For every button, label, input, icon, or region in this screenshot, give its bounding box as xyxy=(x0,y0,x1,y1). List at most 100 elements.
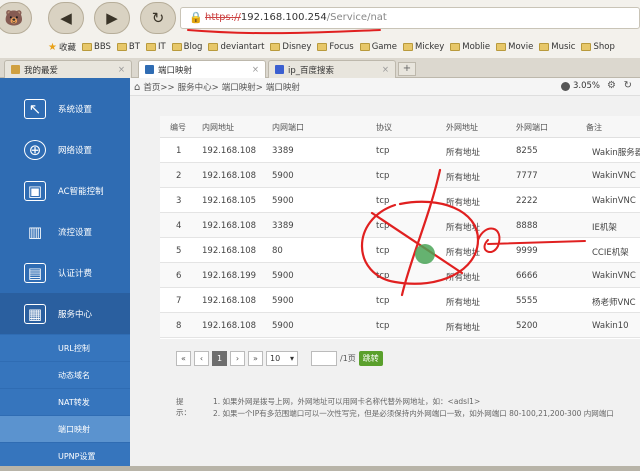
sidebar-subitem-nat-forward[interactable]: NAT转发 xyxy=(0,389,130,415)
reload-icon[interactable]: ↻ xyxy=(140,2,176,34)
port-mapping-table: 编号 内网地址 内网端口 协议 外网地址 外网端口 备注 1 192.168.1… xyxy=(160,116,640,339)
ac-control-icon: ▣ xyxy=(24,180,46,201)
page-size-select[interactable]: 10 ▾ xyxy=(266,350,298,366)
bookmark-folder[interactable]: Focus xyxy=(317,42,354,52)
folder-icon xyxy=(496,43,507,51)
tab-strip: 我的最爱 × 端口映射 × ip_百度搜索 × + xyxy=(0,58,640,78)
bookmark-folder[interactable]: Disney xyxy=(270,42,311,52)
tab-baidu-search[interactable]: ip_百度搜索 × xyxy=(268,60,396,78)
service-center-icon: ▦ xyxy=(24,303,46,324)
folder-icon xyxy=(317,43,328,51)
bar-chart-icon: ▥ xyxy=(27,222,43,241)
sidebar-subitem-ddns[interactable]: 动态域名 xyxy=(0,362,130,388)
forward-icon[interactable]: ▶ xyxy=(94,2,130,34)
sidebar-item-service-center[interactable]: ▦ 服务中心 xyxy=(0,293,130,334)
folder-icon xyxy=(171,43,182,51)
chevron-down-icon: ▾ xyxy=(289,353,294,363)
globe-icon: ⊕ xyxy=(24,139,46,160)
tab-favorites[interactable]: 我的最爱 × xyxy=(4,60,132,78)
star-icon: ★ xyxy=(48,41,57,53)
bookmark-folder[interactable]: IT xyxy=(145,42,166,52)
breadcrumb: ⌂ 首页>> 服务中心> 端口映射> 端口映射 3.05% ⚙ ↻ xyxy=(130,78,640,96)
bookmark-folder[interactable]: Moblie xyxy=(450,42,490,52)
folder-icon xyxy=(208,43,219,51)
col-lan-port: 内网端口 xyxy=(272,123,304,132)
sidebar: ↖ 系统设置 ⊕ 网络设置 ▣ AC智能控制 ▥ 流控设置 ▤ 认证计费 ▦ 服… xyxy=(0,78,130,471)
bear-icon[interactable]: 🐻 xyxy=(0,2,32,34)
cpu-indicator: 3.05% xyxy=(560,81,600,91)
page-total: /1页 xyxy=(340,353,356,363)
pagination: « ‹ 1 › » 10 ▾ /1页 跳转 xyxy=(176,350,383,366)
table-row[interactable]: 2 192.168.108 5900 tcp 所有地址 7777 WakinVN… xyxy=(160,163,640,188)
bookmark-folder[interactable]: Shop xyxy=(581,42,615,52)
bookmarks-bar: ★ 收藏 BBS BT IT Blog deviantart Disney Foc… xyxy=(48,38,640,56)
col-remark: 备注 xyxy=(586,123,602,132)
bookmark-folder[interactable]: Game xyxy=(359,42,397,52)
col-wan-port: 外网端口 xyxy=(516,123,548,132)
table-row[interactable]: 8 192.168.108 5900 tcp 所有地址 5200 Wakin10 xyxy=(160,313,640,338)
sidebar-item-auth-billing[interactable]: ▤ 认证计费 xyxy=(0,252,130,293)
sidebar-subitem-url-control[interactable]: URL控制 xyxy=(0,335,130,361)
sidebar-item-network-settings[interactable]: ⊕ 网络设置 xyxy=(0,129,130,170)
page-1-button[interactable]: 1 xyxy=(212,350,227,366)
nav-buttons: 🐻 ◀ ▶ ↻ xyxy=(0,0,180,40)
url-domain: 192.168.100.254 xyxy=(240,12,327,23)
table-row[interactable]: 4 192.168.108 3389 tcp 所有地址 8888 IE机架 xyxy=(160,213,640,238)
folder-icon xyxy=(116,43,127,51)
folder-icon xyxy=(359,43,370,51)
home-icon[interactable]: ⌂ xyxy=(134,82,140,93)
address-bar[interactable]: 🔒 https://192.168.100.254/Service/nat xyxy=(180,7,640,29)
close-icon[interactable]: × xyxy=(118,65,125,75)
table-row[interactable]: 5 192.168.108 80 tcp 所有地址 9999 CCIE机架 xyxy=(160,238,640,263)
folder-icon xyxy=(450,43,461,51)
folder-icon xyxy=(581,43,592,51)
site-icon xyxy=(145,65,154,74)
table-header: 编号 内网地址 内网端口 协议 外网地址 外网端口 备注 xyxy=(160,116,640,138)
last-page-button[interactable]: » xyxy=(248,350,263,366)
tab-port-mapping[interactable]: 端口映射 × xyxy=(138,60,266,78)
close-icon[interactable]: × xyxy=(382,65,389,75)
back-icon[interactable]: ◀ xyxy=(48,2,84,34)
refresh-icon[interactable]: ↻ xyxy=(624,80,632,91)
sidebar-item-ac-control[interactable]: ▣ AC智能控制 xyxy=(0,170,130,211)
prev-page-button[interactable]: ‹ xyxy=(194,350,209,366)
bookmark-folder[interactable]: Blog xyxy=(171,42,202,52)
page-jump-input[interactable] xyxy=(311,350,337,366)
col-wan-address: 外网地址 xyxy=(446,123,478,132)
jump-button[interactable]: 跳转 xyxy=(358,350,383,366)
sidebar-item-flow-control[interactable]: ▥ 流控设置 xyxy=(0,211,130,252)
tips-line-1: 1. 如果外网是拨号上网，外网地址可以用网卡名称代替外网地址，如：<adsl1> xyxy=(213,397,481,406)
bookmark-favorites[interactable]: ★ 收藏 xyxy=(48,41,76,54)
table-row[interactable]: 1 192.168.108 3389 tcp 所有地址 8255 Wakin服务… xyxy=(160,138,640,163)
photo-auth-icon: ▤ xyxy=(24,262,46,283)
next-page-button[interactable]: › xyxy=(230,350,245,366)
bookmark-folder[interactable]: deviantart xyxy=(208,42,264,52)
close-icon[interactable]: × xyxy=(252,65,259,75)
url-path: /Service/nat xyxy=(326,12,387,23)
bookmark-folder[interactable]: BBS xyxy=(81,42,111,52)
new-tab-button[interactable]: + xyxy=(398,62,416,76)
breadcrumb-port-mapping[interactable]: 端口映射> xyxy=(222,81,263,93)
browser-toolbar: 🐻 ◀ ▶ ↻ 🔒 https://192.168.100.254/Servic… xyxy=(0,0,640,58)
grid-icon xyxy=(11,65,20,74)
bookmark-folder[interactable]: Music xyxy=(539,42,575,52)
table-row[interactable]: 7 192.168.108 5900 tcp 所有地址 5555 杨老师VNC xyxy=(160,288,640,313)
breadcrumb-service-center[interactable]: 服务中心> xyxy=(178,81,219,93)
table-row[interactable]: 6 192.168.199 5900 tcp 所有地址 6666 WakinVN… xyxy=(160,263,640,288)
lock-icon: 🔒 xyxy=(189,11,203,24)
sidebar-item-system-settings[interactable]: ↖ 系统设置 xyxy=(0,88,130,129)
bookmark-folder[interactable]: Movie xyxy=(496,42,533,52)
gear-icon[interactable]: ⚙ xyxy=(607,80,616,91)
col-id: 编号 xyxy=(170,123,186,132)
pie-icon xyxy=(560,81,570,91)
first-page-button[interactable]: « xyxy=(176,350,191,366)
tips-label: 提示： xyxy=(176,397,191,417)
url-protocol: https:// xyxy=(205,12,241,23)
table-row[interactable]: 3 192.168.105 5900 tcp 所有地址 2222 WakinVN… xyxy=(160,188,640,213)
sidebar-subitem-port-mapping[interactable]: 端口映射 xyxy=(0,416,130,442)
breadcrumb-trail: ⌂ 首页>> 服务中心> 端口映射> 端口映射 xyxy=(134,81,300,94)
bookmark-folder[interactable]: Mickey xyxy=(403,42,444,52)
bookmark-folder[interactable]: BT xyxy=(116,42,140,52)
breadcrumb-home[interactable]: 首页>> xyxy=(143,81,174,93)
taskbar-strip xyxy=(0,466,640,471)
